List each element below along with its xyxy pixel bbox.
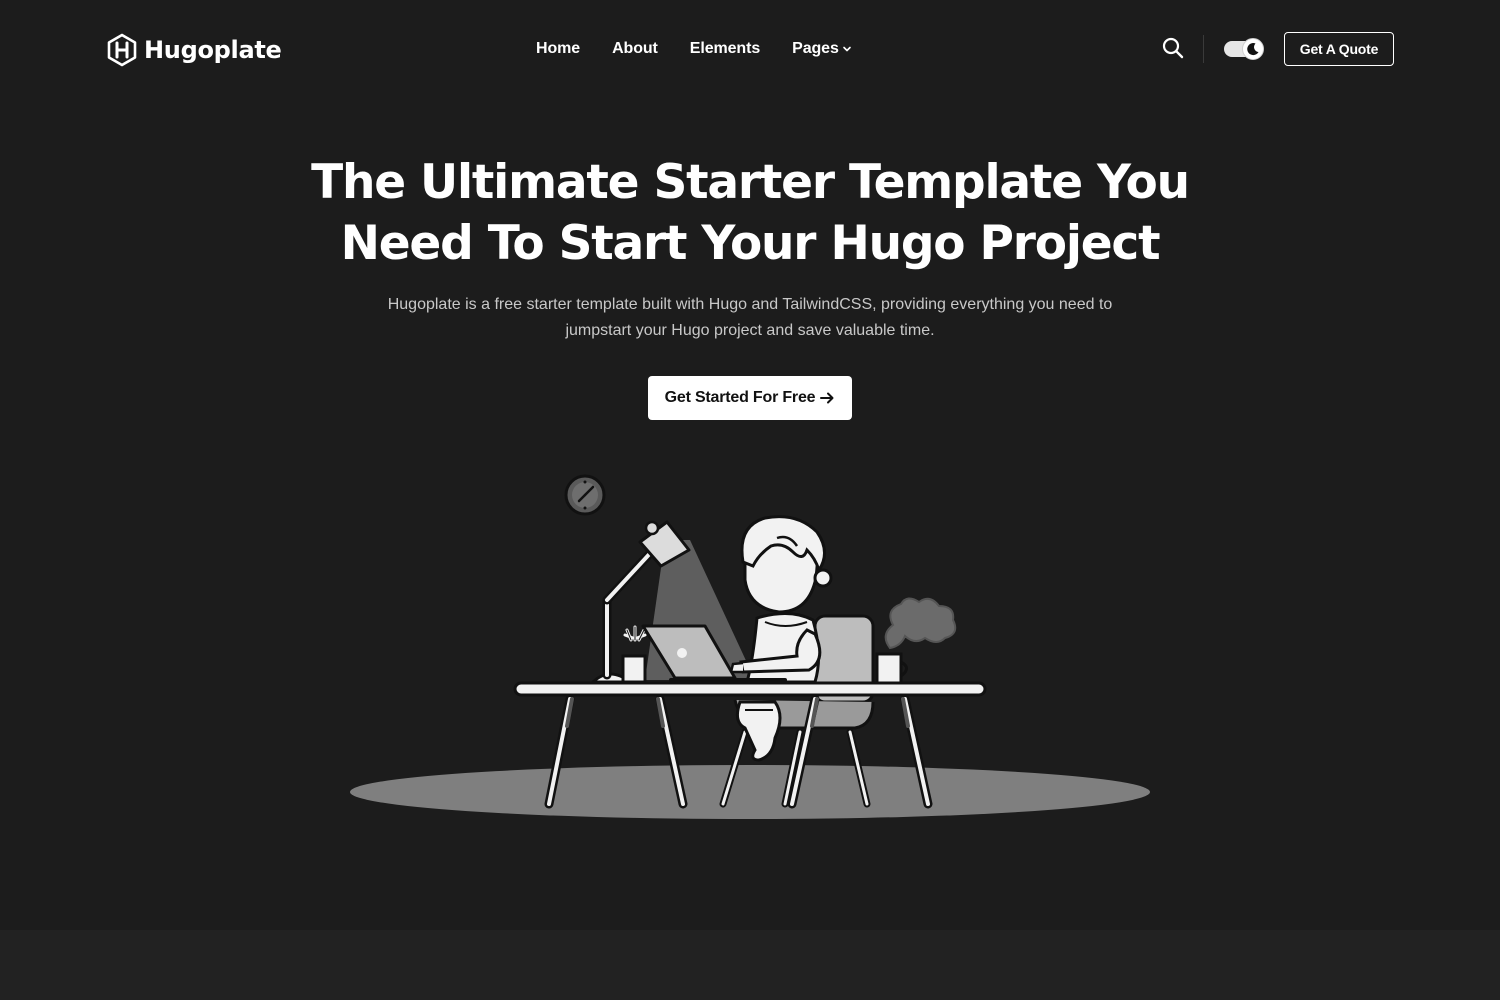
site-header: Hugoplate Home About Elements Pages Get … [0, 0, 1500, 98]
brand-name: Hugoplate [144, 36, 282, 64]
search-icon [1162, 37, 1184, 59]
nav-item-home[interactable]: Home [520, 40, 596, 58]
get-started-label: Get Started For Free [664, 389, 816, 406]
theme-toggle[interactable] [1223, 38, 1265, 60]
nav-item-about[interactable]: About [596, 40, 674, 58]
hero-title: The Ultimate Starter Template You Need T… [311, 155, 1190, 271]
nav-item-label: Home [536, 40, 581, 57]
chevron-down-icon [842, 46, 851, 52]
next-section-band [0, 930, 1500, 1000]
nav-item-label: Pages [792, 40, 839, 57]
nav-item-elements[interactable]: Elements [674, 40, 776, 58]
arrow-right-icon [820, 392, 834, 404]
steam-cloud [884, 597, 957, 650]
nav-item-label: About [612, 40, 658, 57]
moon-icon [1247, 43, 1259, 56]
search-button[interactable] [1160, 35, 1186, 61]
header-divider [1203, 35, 1204, 63]
get-started-button[interactable]: Get Started For Free [648, 376, 852, 420]
hero-description: Hugoplate is a free starter template bui… [387, 296, 1113, 339]
coffee-mug [875, 652, 908, 686]
main-nav: Home About Elements Pages [520, 36, 868, 62]
get-quote-button[interactable]: Get A Quote [1284, 32, 1394, 66]
floor-shadow [350, 765, 1150, 819]
page: Hugoplate Home About Elements Pages Get … [0, 0, 1500, 1000]
brand-logo[interactable]: Hugoplate [106, 32, 282, 68]
nav-item-label: Elements [689, 40, 761, 57]
hexagon-h-logo-icon [107, 33, 137, 67]
theme-toggle-knob [1242, 38, 1264, 60]
plant-pot [621, 625, 647, 684]
nav-item-pages[interactable]: Pages [776, 40, 868, 58]
clock-icon [564, 474, 606, 516]
person-working-at-desk-illustration [350, 474, 1150, 819]
